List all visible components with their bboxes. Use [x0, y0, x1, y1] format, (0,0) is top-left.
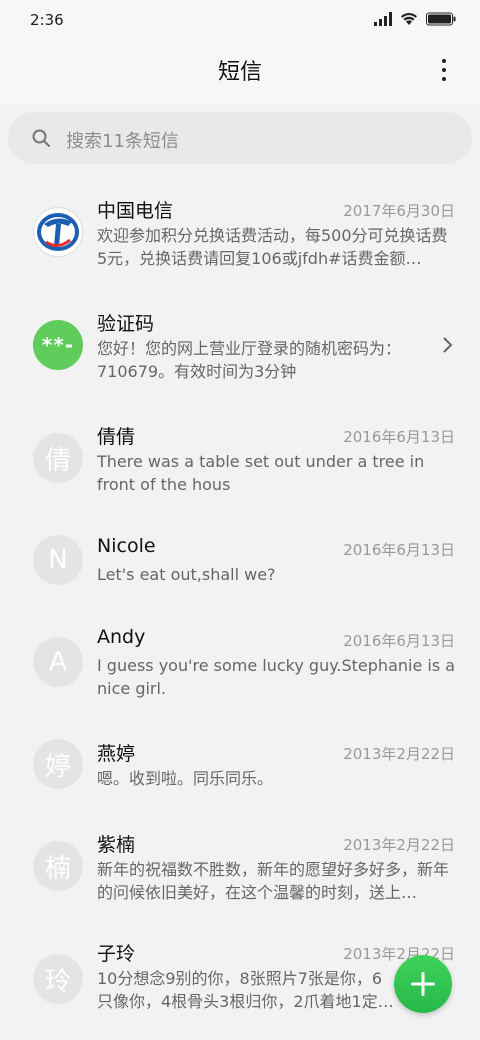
conversation-date: 2016年6月13日: [343, 428, 455, 446]
conversation-item[interactable]: 倩 倩倩 2016年6月13日 There was a table set ou…: [0, 404, 480, 514]
conversation-name: Nicole: [97, 535, 156, 557]
conversation-name: 验证码: [97, 313, 155, 335]
conversation-item[interactable]: **- 验证码 您好！您的网上营业厅登录的随机密码为：710679。有效时间为3…: [0, 291, 480, 401]
contact-avatar: N: [33, 535, 83, 585]
conversation-preview: Let's eat out,shall we?: [97, 565, 276, 584]
conversation-item[interactable]: 楠 紫楠 2013年2月22日 新年的祝福数不胜数，新年的愿望好多好多，新年的问…: [0, 812, 480, 922]
wifi-icon: [401, 13, 417, 25]
conversation-date: 2016年6月13日: [343, 541, 455, 559]
conversation-item[interactable]: 中国电信 2017年6月30日 欢迎参加积分兑换话费活动，每500分可兑换话费5…: [0, 178, 480, 288]
signal-icon: [374, 12, 392, 26]
conversation-date: 2013年2月22日: [343, 836, 455, 854]
more-dot-icon: [442, 68, 446, 72]
conversation-name: 倩倩: [97, 426, 136, 448]
search-input[interactable]: 搜索11条短信: [8, 112, 472, 164]
conversation-date: 2016年6月13日: [343, 632, 455, 650]
status-icons: [374, 12, 456, 26]
conversation-name: Andy: [97, 626, 146, 648]
search-icon: [32, 129, 50, 147]
conversation-date: 2017年6月30日: [343, 202, 455, 220]
contact-avatar: 楠: [33, 841, 83, 891]
conversation-preview: 新年的祝福数不胜数，新年的愿望好多好多，新年的问候依旧美好，在这个温馨的时刻，送…: [97, 860, 450, 902]
contact-avatar: A: [33, 637, 83, 687]
conversation-item[interactable]: A Andy 2016年6月13日 I guess you're some lu…: [0, 608, 480, 718]
conversation-preview: 欢迎参加积分兑换话费活动，每500分可兑换话费5元，兑换话费请回复106或jfd…: [97, 226, 448, 268]
app-bar: 短信: [0, 42, 480, 104]
battery-icon: [426, 12, 456, 26]
verification-avatar: **-: [33, 320, 83, 370]
chevron-right-icon[interactable]: [442, 336, 454, 354]
status-bar: 2:36: [0, 0, 480, 42]
new-message-button[interactable]: [394, 955, 452, 1013]
conversation-name: 紫楠: [97, 834, 136, 856]
more-dot-icon: [442, 59, 446, 63]
search-placeholder: 搜索11条短信: [66, 131, 179, 152]
conversation-name: 燕婷: [97, 743, 136, 765]
contact-avatar: 婷: [33, 739, 83, 789]
conversation-name: 子玲: [97, 943, 136, 965]
plus-icon: [411, 972, 435, 996]
conversation-name: 中国电信: [97, 200, 174, 222]
more-dot-icon: [442, 77, 446, 81]
china-telecom-logo-icon: [33, 207, 83, 257]
contact-avatar: 玲: [33, 954, 83, 1004]
status-time: 2:36: [30, 11, 64, 29]
conversation-date: 2013年2月22日: [343, 745, 455, 763]
contact-avatar: 倩: [33, 433, 83, 483]
page-title: 短信: [217, 60, 262, 85]
conversation-preview: There was a table set out under a tree i…: [97, 452, 425, 494]
conversation-preview: 您好！您的网上营业厅登录的随机密码为：710679。有效时间为3分钟: [97, 339, 402, 381]
more-options-button[interactable]: [432, 56, 456, 84]
conversation-preview: 嗯。收到啦。同乐同乐。: [97, 769, 274, 788]
conversation-preview: I guess you're some lucky guy.Stephanie …: [97, 656, 456, 698]
conversation-preview: 10分想念9别的你，8张照片7张是你，6只像你，4根骨头3根归你，2爪着地1定是…: [97, 969, 383, 1011]
